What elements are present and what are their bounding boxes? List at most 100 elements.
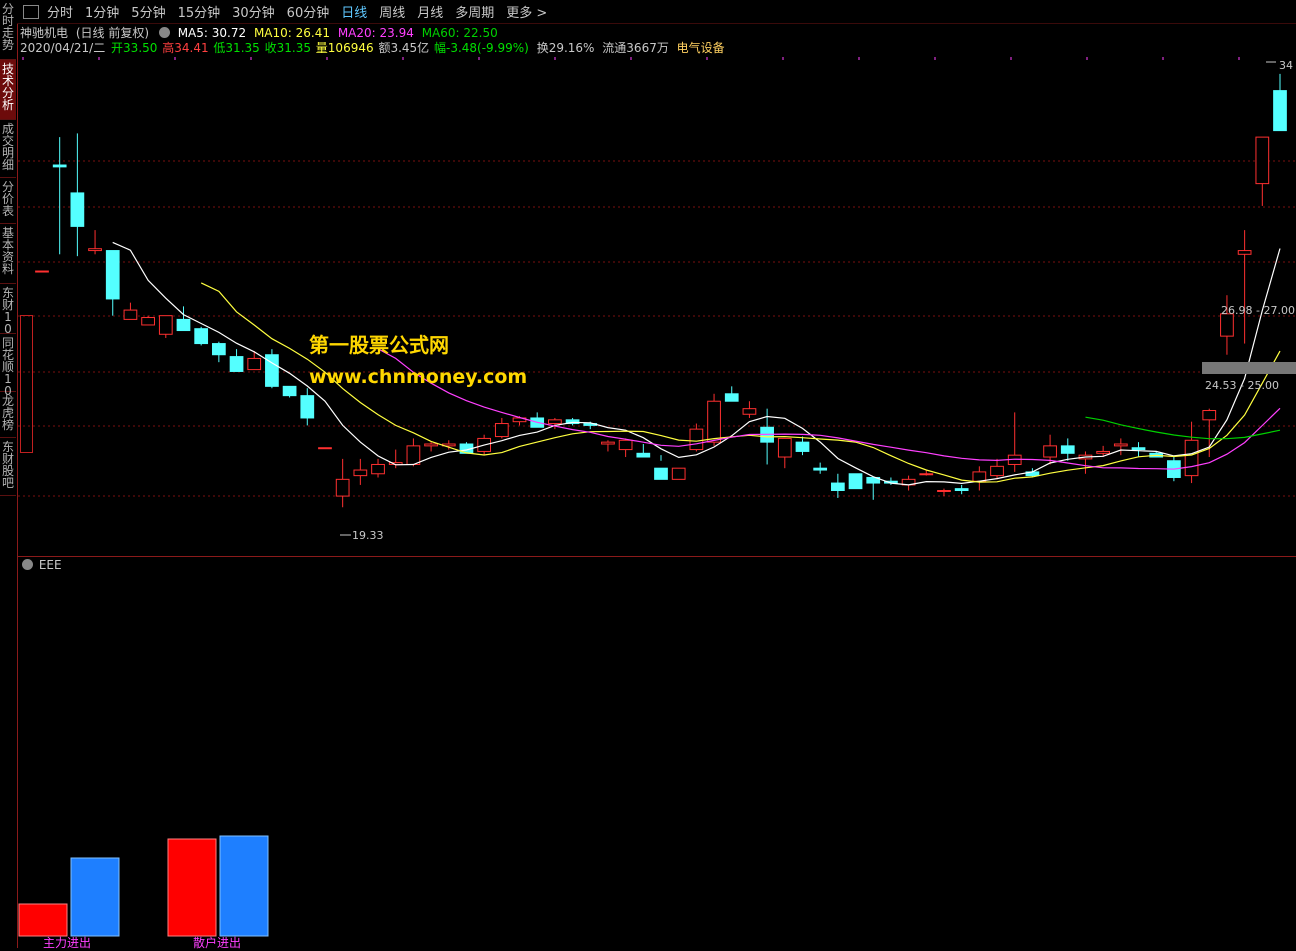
candle bbox=[618, 438, 633, 458]
stock-info-line: 神驰机电 (日线 前复权) MA5: 30.72 MA10: 26.41 MA2… bbox=[20, 24, 502, 40]
sidebar-tab[interactable]: 分时走势 bbox=[0, 0, 16, 60]
candle bbox=[70, 133, 85, 257]
candle bbox=[35, 270, 49, 273]
candle-body bbox=[654, 467, 668, 480]
candle-body bbox=[707, 400, 721, 443]
period-tab[interactable]: 日线 bbox=[341, 2, 367, 21]
period-tab[interactable]: 15分钟 bbox=[178, 2, 221, 21]
panel-divider[interactable] bbox=[17, 556, 1296, 557]
inflow-bar bbox=[167, 838, 217, 937]
candle-body bbox=[1202, 410, 1217, 421]
candle bbox=[742, 401, 757, 418]
candle bbox=[671, 467, 686, 480]
candle bbox=[494, 417, 509, 439]
candle-body bbox=[229, 356, 244, 372]
candle bbox=[901, 475, 916, 491]
range-lower-label: 24.53 - 25.00 bbox=[1205, 379, 1279, 392]
ma5-value: MA5: 30.72 bbox=[177, 26, 247, 40]
candle-body bbox=[406, 445, 421, 465]
candle-body bbox=[247, 357, 262, 371]
candle-body bbox=[548, 419, 562, 425]
candle bbox=[335, 458, 350, 508]
period-tab[interactable]: 更多 > bbox=[506, 2, 547, 21]
candle bbox=[247, 351, 262, 371]
period-toolbar: 分时 1分钟 5分钟 15分钟 30分钟 60分钟 日线 周线 月线 多周期 更多 > bbox=[17, 0, 1296, 24]
candle bbox=[1078, 451, 1093, 474]
candle-body bbox=[795, 441, 810, 452]
candle-body bbox=[282, 385, 297, 397]
candle bbox=[141, 315, 155, 326]
candle-body bbox=[601, 441, 615, 445]
sidebar-tab[interactable]: 基本资料 bbox=[0, 224, 16, 284]
main-force-label: 主力进出 bbox=[43, 936, 92, 950]
candle bbox=[1237, 230, 1252, 344]
outflow-bar bbox=[70, 857, 120, 937]
watermark-title: 第一股票公式网 bbox=[309, 333, 449, 357]
candle bbox=[636, 444, 651, 458]
candle-body bbox=[335, 478, 350, 497]
candle-body bbox=[494, 423, 509, 438]
period-tab[interactable]: 月线 bbox=[417, 2, 443, 21]
candle bbox=[265, 349, 279, 389]
sidebar-scroll-marker[interactable] bbox=[20, 315, 33, 453]
candle-body bbox=[176, 318, 191, 332]
quote-low: 低31.35 bbox=[213, 41, 260, 55]
period-tab[interactable]: 30分钟 bbox=[232, 2, 275, 21]
candlestick-chart[interactable] bbox=[18, 55, 1296, 555]
candle-body bbox=[318, 447, 332, 450]
candle bbox=[1096, 445, 1111, 458]
sidebar-tab[interactable]: 成交明细 bbox=[0, 120, 16, 178]
candle-body bbox=[689, 428, 704, 451]
period-tab[interactable]: 分时 bbox=[47, 2, 73, 21]
candle bbox=[830, 473, 845, 498]
candle-body bbox=[35, 270, 49, 273]
collapse-icon[interactable] bbox=[158, 27, 170, 38]
candle bbox=[972, 466, 987, 491]
candle-body bbox=[52, 164, 67, 168]
sidebar-tab[interactable]: 同花顺10 bbox=[0, 334, 16, 397]
sidebar-tab[interactable]: 东财股吧 bbox=[0, 438, 16, 496]
quote-volume: 量106946 bbox=[315, 41, 374, 55]
period-tab[interactable]: 周线 bbox=[379, 2, 405, 21]
sidebar-tab[interactable]: 技术分析 bbox=[0, 60, 16, 120]
candle bbox=[848, 473, 863, 490]
candle-body bbox=[954, 488, 969, 492]
left-sidebar: 分时走势技术分析成交明细分价表基本资料东财10同花顺10龙虎榜东财股吧 bbox=[0, 0, 18, 948]
period-tab[interactable]: 1分钟 bbox=[85, 2, 119, 21]
candle bbox=[52, 137, 67, 255]
candle bbox=[1255, 136, 1270, 206]
quote-sector[interactable]: 电气设备 bbox=[677, 41, 725, 55]
sidebar-tab-char: 细 bbox=[1, 158, 14, 172]
period-tab[interactable]: 多周期 bbox=[455, 2, 494, 21]
inflow-bar bbox=[18, 903, 68, 937]
quote-turnover: 换29.16% bbox=[536, 41, 595, 55]
candle-body bbox=[972, 471, 987, 482]
window-icon[interactable] bbox=[23, 4, 39, 19]
sidebar-tab[interactable]: 龙虎榜 bbox=[0, 392, 16, 438]
candle-body bbox=[618, 439, 633, 451]
candle bbox=[1007, 412, 1022, 472]
candle-body bbox=[671, 467, 686, 480]
sidebar-tab-char: 势 bbox=[1, 38, 14, 52]
candle-body bbox=[1043, 445, 1057, 458]
sidebar-tab[interactable]: 分价表 bbox=[0, 178, 16, 224]
candle-body bbox=[1096, 450, 1111, 454]
candle-body bbox=[211, 343, 226, 356]
candle bbox=[990, 458, 1004, 480]
range-upper-label: 26.98 - 27.00 bbox=[1221, 304, 1295, 317]
candle-body bbox=[919, 473, 934, 476]
candle-body bbox=[371, 463, 385, 475]
quote-info-line: 2020/04/21/二 开33.50 高34.41 低31.35 收31.35… bbox=[20, 39, 729, 55]
quote-amount: 额3.45亿 bbox=[378, 41, 430, 55]
candle-body bbox=[724, 393, 739, 402]
candle-body bbox=[424, 443, 438, 447]
period-tab[interactable]: 5分钟 bbox=[131, 2, 165, 21]
period-tab[interactable]: 60分钟 bbox=[287, 2, 330, 21]
candle bbox=[158, 315, 173, 338]
candle-body bbox=[105, 250, 120, 300]
candle-body bbox=[1184, 439, 1199, 477]
candle bbox=[282, 385, 297, 398]
sidebar-tab[interactable]: 东财10 bbox=[0, 284, 16, 335]
quote-close: 收31.35 bbox=[264, 41, 311, 55]
candle bbox=[937, 488, 951, 497]
